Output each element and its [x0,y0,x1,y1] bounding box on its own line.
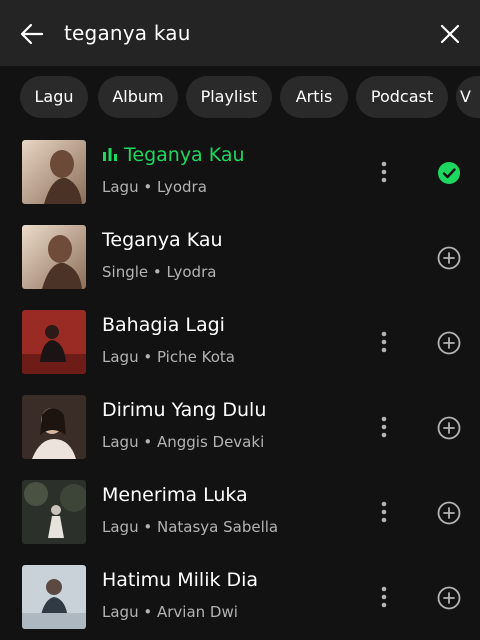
result-type: Lagu [102,603,139,621]
more-options-button[interactable] [372,583,396,611]
filter-chip-album[interactable]: Album [98,76,178,118]
filter-chip-lagu[interactable]: Lagu [20,76,88,118]
separator: • [138,603,157,621]
add-circle-icon [437,246,461,270]
result-row[interactable]: Teganya Kau Lagu • Lyodra [0,130,480,215]
add-circle-icon [437,586,461,610]
song-title: Teganya Kau [102,229,223,251]
filter-chip-partial[interactable]: V [456,76,480,118]
add-circle-icon [437,501,461,525]
song-title: Hatimu Milik Dia [102,569,259,591]
result-row[interactable]: Hatimu Milik Dia Lagu • Arvian Dwi [0,555,480,640]
song-subtitle: Lagu • Natasya Sabella [102,518,278,536]
back-button[interactable] [18,20,46,48]
album-art [22,225,86,289]
filter-chips: Lagu Album Playlist Artis Podcast V [0,66,480,130]
song-subtitle: Lagu • Piche Kota [102,348,235,366]
add-button[interactable] [436,500,462,526]
artist-name: Piche Kota [156,348,235,366]
song-title-text: Teganya Kau [124,144,245,166]
result-row[interactable]: Dirimu Yang Dulu Lagu • Anggis Devaki [0,385,480,470]
more-vertical-icon [381,416,387,438]
song-title: Menerima Luka [102,484,248,506]
result-type: Lagu [102,433,139,451]
song-title: Bahagia Lagi [102,314,225,336]
more-options-button[interactable] [372,413,396,441]
artist-name: Anggis Devaki [156,433,265,451]
separator: • [138,348,157,366]
artist-name: Arvian Dwi [156,603,238,621]
more-options-button[interactable] [372,498,396,526]
more-options-button[interactable] [372,328,396,356]
album-art [22,310,86,374]
close-icon [440,24,460,44]
more-vertical-icon [381,331,387,353]
artist-name: Lyodra [166,263,217,281]
result-row[interactable]: Bahagia Lagi Lagu • Piche Kota [0,300,480,385]
result-type: Lagu [102,518,139,536]
add-button[interactable] [436,415,462,441]
more-vertical-icon [381,501,387,523]
now-playing-icon [103,148,117,161]
album-art [22,140,86,204]
add-circle-icon [437,416,461,440]
filter-chip-playlist[interactable]: Playlist [186,76,272,118]
result-row[interactable]: Teganya Kau Single • Lyodra [0,215,480,300]
search-header: teganya kau [0,0,480,66]
arrow-left-icon [20,23,44,45]
add-button[interactable] [436,245,462,271]
album-art [22,565,86,629]
filter-chip-artis[interactable]: Artis [280,76,348,118]
album-art [22,395,86,459]
song-title: Dirimu Yang Dulu [102,399,267,421]
song-subtitle: Lagu • Anggis Devaki [102,433,264,451]
filter-chip-podcast[interactable]: Podcast [356,76,448,118]
song-subtitle: Single • Lyodra [102,263,216,281]
separator: • [138,178,157,196]
separator: • [138,518,157,536]
result-type: Lagu [102,178,139,196]
add-circle-icon [437,331,461,355]
check-circle-icon [438,162,460,184]
result-row[interactable]: Menerima Luka Lagu • Natasya Sabella [0,470,480,555]
result-type: Lagu [102,348,139,366]
separator: • [138,433,157,451]
search-input[interactable]: teganya kau [64,21,191,45]
more-vertical-icon [381,586,387,608]
more-options-button[interactable] [372,158,396,186]
clear-search-button[interactable] [436,20,464,48]
album-art [22,480,86,544]
add-button[interactable] [436,330,462,356]
added-button[interactable] [436,160,462,186]
more-vertical-icon [381,161,387,183]
separator: • [148,263,167,281]
song-subtitle: Lagu • Lyodra [102,178,207,196]
song-title: Teganya Kau [102,144,245,166]
artist-name: Natasya Sabella [156,518,279,536]
add-button[interactable] [436,585,462,611]
result-type: Single [102,263,149,281]
artist-name: Lyodra [156,178,207,196]
song-subtitle: Lagu • Arvian Dwi [102,603,238,621]
